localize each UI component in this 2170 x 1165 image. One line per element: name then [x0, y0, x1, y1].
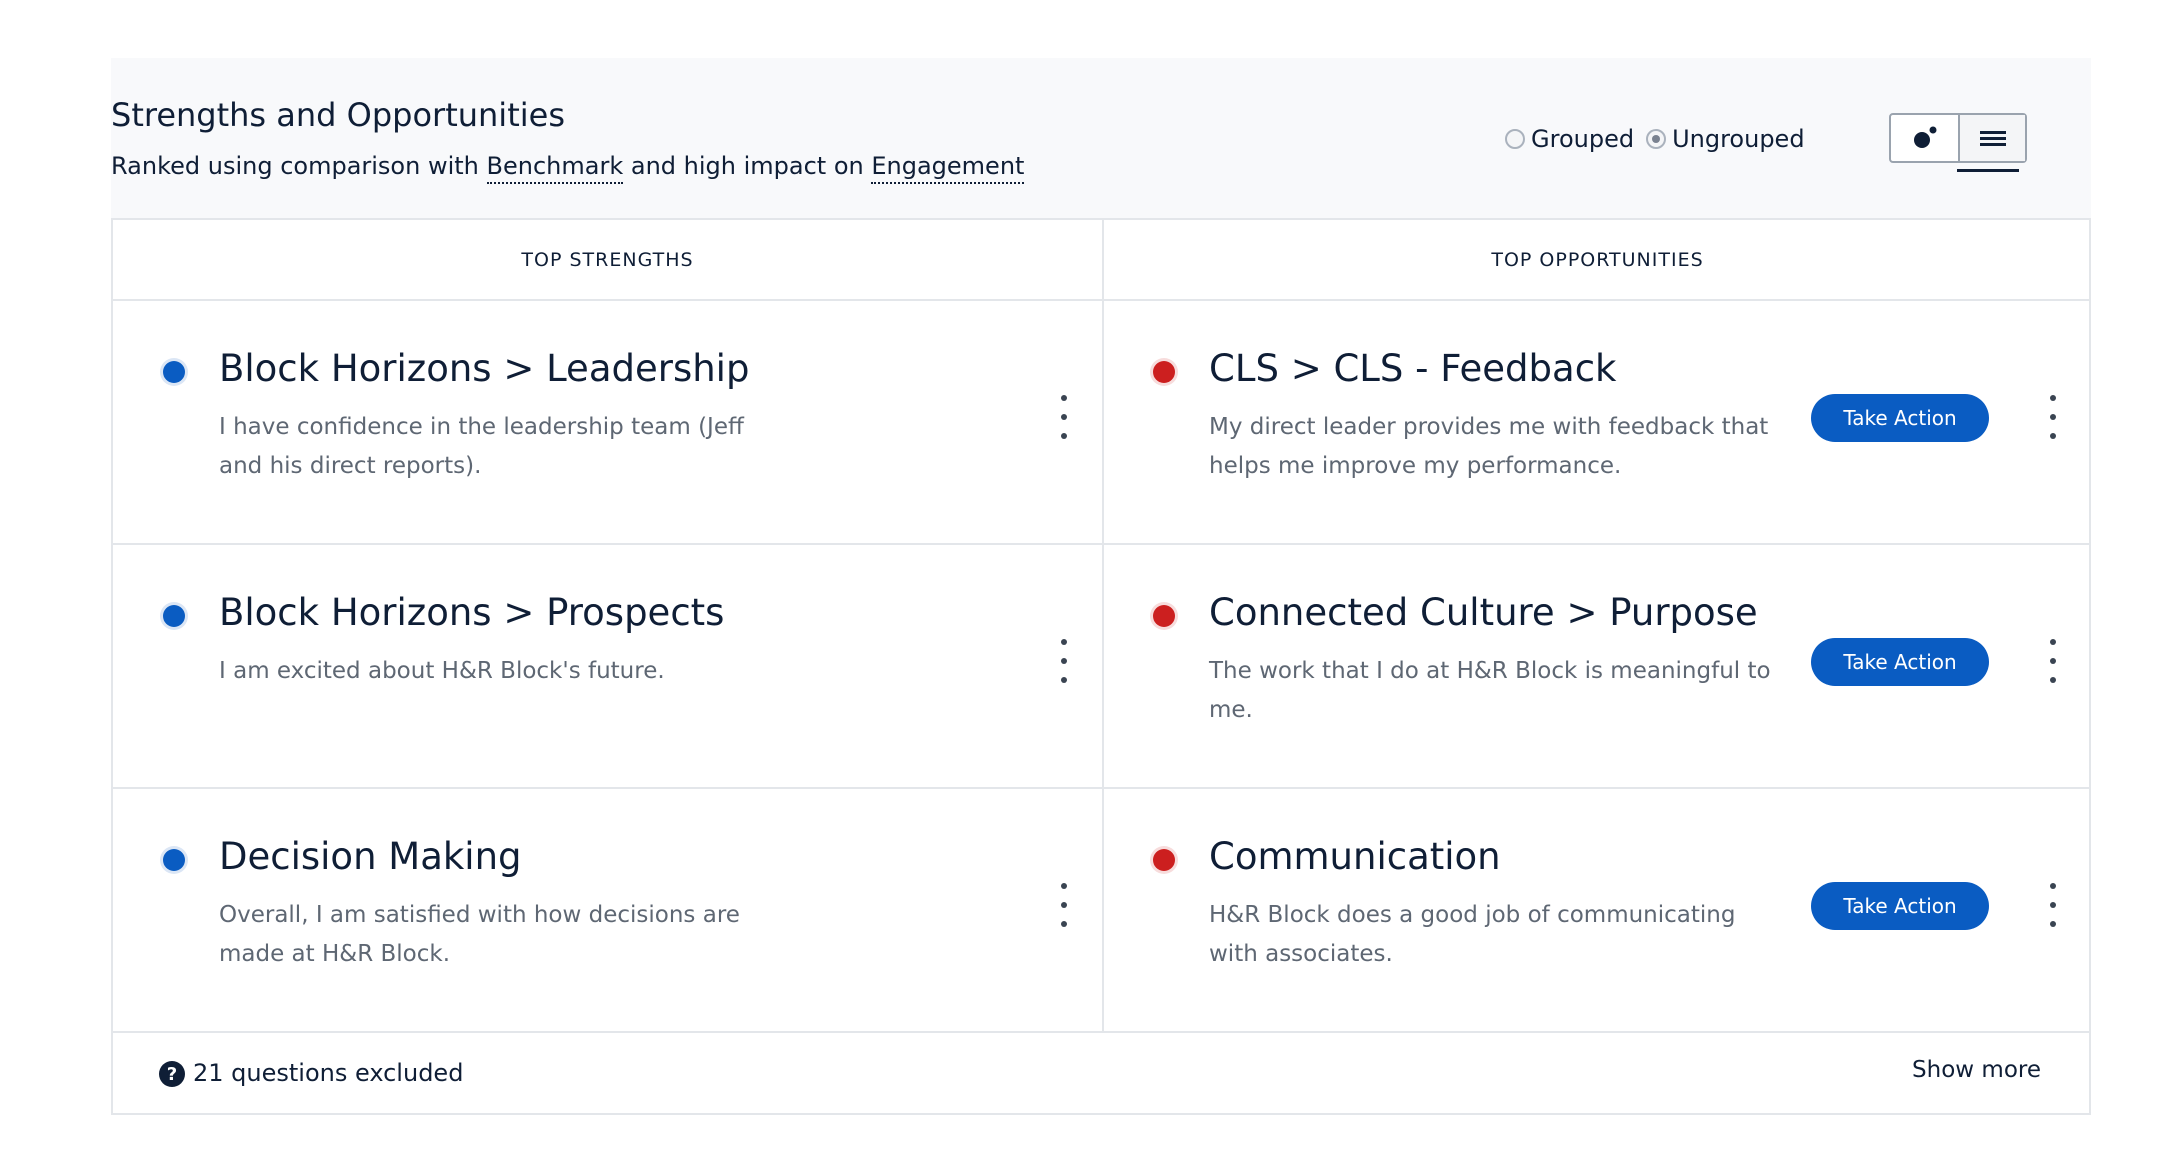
scatter-view-button[interactable]	[1891, 115, 1958, 161]
ungrouped-radio-label[interactable]: Ungrouped	[1672, 125, 1804, 153]
opportunity-item: Communication H&R Block does a good job …	[1104, 789, 2091, 1033]
scatter-view-icon	[1913, 126, 1936, 148]
top-strengths-header: TOP STRENGTHS	[521, 249, 694, 271]
strengths-opportunities-table: TOP STRENGTHS TOP OPPORTUNITIES Block Ho…	[111, 218, 2091, 1115]
grouping-radio-group: Grouped Ungrouped	[1505, 125, 1817, 153]
page-title: Strengths and Opportunities	[111, 96, 565, 134]
subtitle-middle: and high impact on	[630, 152, 864, 180]
more-options-icon[interactable]	[1054, 639, 1074, 683]
more-options-icon[interactable]	[1054, 395, 1074, 439]
excluded-questions-text: 21 questions excluded	[193, 1059, 464, 1087]
opportunity-description-line: My direct leader provides me with feedba…	[1209, 414, 1769, 440]
take-action-button[interactable]: Take Action	[1811, 882, 1989, 930]
strength-title: Block Horizons > Leadership	[219, 347, 750, 390]
list-view-button[interactable]	[1958, 115, 2025, 161]
strength-description-line: Overall, I am satisfied with how decisio…	[219, 902, 740, 928]
opportunity-item: Connected Culture > Purpose The work tha…	[1104, 545, 2091, 789]
view-toggle	[1889, 113, 2027, 163]
strength-description-line: made at H&R Block.	[219, 941, 451, 967]
strength-description: I am excited about H&R Block's future.	[219, 652, 665, 691]
ungrouped-radio[interactable]	[1646, 129, 1667, 149]
opportunity-title: CLS > CLS - Feedback	[1209, 347, 1617, 390]
page-subtitle: Ranked using comparison with Benchmark a…	[111, 152, 1025, 184]
opportunity-title: Connected Culture > Purpose	[1209, 591, 1758, 634]
more-options-icon[interactable]	[2043, 639, 2063, 683]
strength-description-line: I have confidence in the leadership team…	[219, 414, 744, 440]
strength-description-line: I am excited about H&R Block's future.	[219, 658, 665, 684]
opportunity-description-line: helps me improve my performance.	[1209, 453, 1622, 479]
engagement-link[interactable]: Engagement	[871, 152, 1025, 184]
opportunity-description-line: with associates.	[1209, 941, 1393, 967]
benchmark-link[interactable]: Benchmark	[486, 152, 624, 184]
table-footer: ? 21 questions excluded Show more	[113, 1033, 2089, 1115]
strength-description-line: and his direct reports).	[219, 453, 482, 479]
strength-item: Decision Making Overall, I am satisfied …	[113, 789, 1102, 1033]
strength-description: I have confidence in the leadership team…	[219, 408, 744, 486]
strength-title: Decision Making	[219, 835, 522, 878]
opportunity-description-line: The work that I do at H&R Block is meani…	[1209, 658, 1771, 684]
strength-indicator-dot	[163, 849, 185, 871]
take-action-button[interactable]: Take Action	[1811, 638, 1989, 686]
opportunity-item: CLS > CLS - Feedback My direct leader pr…	[1104, 301, 2091, 545]
strength-indicator-dot	[163, 605, 185, 627]
grouped-radio-label[interactable]: Grouped	[1531, 125, 1634, 153]
opportunity-description-line: me.	[1209, 697, 1253, 723]
opportunity-indicator-dot	[1153, 605, 1175, 627]
more-options-icon[interactable]	[2043, 883, 2063, 927]
opportunity-description: My direct leader provides me with feedba…	[1209, 408, 1768, 486]
strength-item: Block Horizons > Leadership I have confi…	[113, 301, 1102, 545]
help-icon[interactable]: ?	[159, 1061, 185, 1087]
grouped-radio[interactable]	[1505, 129, 1525, 149]
opportunity-indicator-dot	[1153, 849, 1175, 871]
top-opportunities-header: TOP OPPORTUNITIES	[1491, 249, 1704, 271]
subtitle-prefix: Ranked using comparison with	[111, 152, 479, 180]
strength-item: Block Horizons > Prospects I am excited …	[113, 545, 1102, 789]
show-more-link[interactable]: Show more	[1912, 1057, 2041, 1083]
opportunity-description: H&R Block does a good job of communicati…	[1209, 896, 1735, 974]
opportunity-description-line: H&R Block does a good job of communicati…	[1209, 902, 1736, 928]
strength-indicator-dot	[163, 361, 185, 383]
take-action-button[interactable]: Take Action	[1811, 394, 1989, 442]
strength-title: Block Horizons > Prospects	[219, 591, 725, 634]
list-view-icon	[1979, 131, 2006, 146]
more-options-icon[interactable]	[1054, 883, 1074, 927]
strength-description: Overall, I am satisfied with how decisio…	[219, 896, 740, 974]
active-view-indicator	[1957, 169, 2019, 172]
opportunity-description: The work that I do at H&R Block is meani…	[1209, 652, 1771, 730]
opportunity-indicator-dot	[1153, 361, 1175, 383]
opportunity-title: Communication	[1209, 835, 1501, 878]
more-options-icon[interactable]	[2043, 395, 2063, 439]
